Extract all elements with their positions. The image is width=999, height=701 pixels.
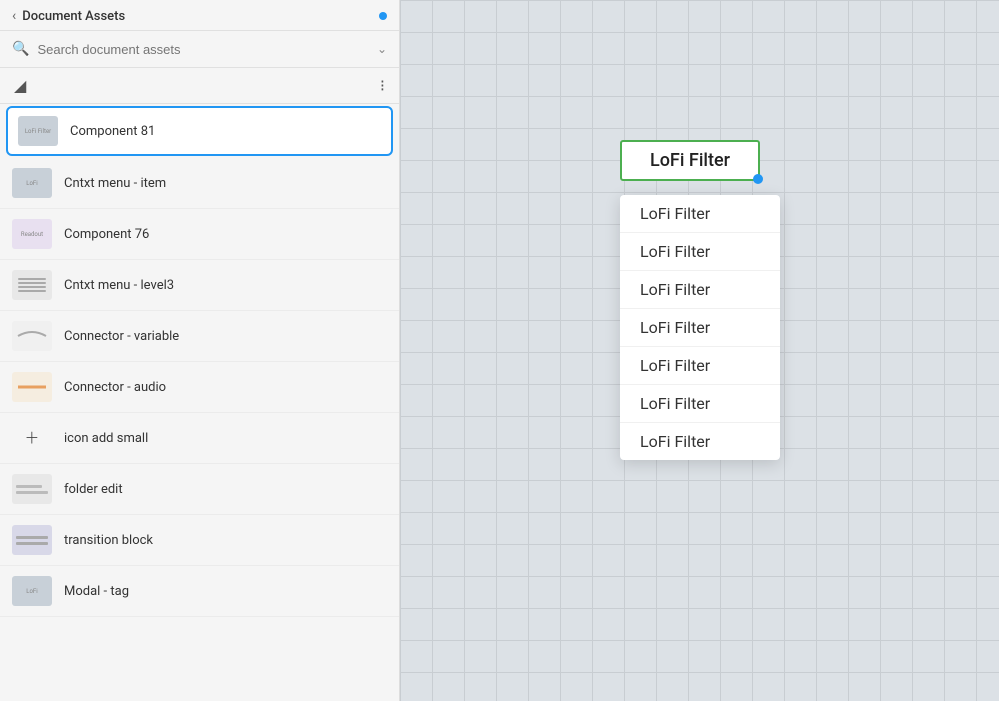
component-thumbnail: [12, 525, 52, 555]
component-name: Component 76: [64, 227, 149, 242]
search-bar: 🔍 ⌄: [0, 31, 399, 68]
component-thumbnail: Readout: [12, 219, 52, 249]
canvas[interactable]: LoFi Filter LoFi Filter LoFi Filter LoFi…: [400, 0, 999, 701]
header-controls: [379, 12, 387, 20]
dropdown-item[interactable]: LoFi Filter: [620, 423, 780, 460]
list-item[interactable]: LoFi Filter Component 81: [6, 106, 393, 156]
list-item[interactable]: transition block: [0, 515, 399, 566]
component-thumbnail: [12, 270, 52, 300]
dropdown-item[interactable]: LoFi Filter: [620, 347, 780, 385]
canvas-selected-component[interactable]: LoFi Filter: [620, 140, 760, 181]
list-item[interactable]: Connector - variable: [0, 311, 399, 362]
search-input[interactable]: [37, 42, 369, 57]
list-item[interactable]: folder edit: [0, 464, 399, 515]
sidebar-header: ‹ Document Assets: [0, 0, 399, 31]
component-name: Component 81: [70, 124, 155, 139]
search-icon: 🔍: [12, 41, 29, 57]
component-name: folder edit: [64, 482, 123, 497]
notification-dot: [379, 12, 387, 20]
filter-icon[interactable]: ◢: [14, 76, 26, 95]
component-name: Modal - tag: [64, 584, 129, 599]
resize-handle[interactable]: [753, 174, 763, 184]
component-name: Cntxt menu - level3: [64, 278, 174, 293]
chevron-down-icon[interactable]: ⌄: [377, 42, 387, 56]
back-arrow[interactable]: ‹: [12, 8, 16, 24]
component-thumbnail: [12, 474, 52, 504]
sidebar-title-row: ‹ Document Assets: [12, 8, 125, 24]
component-name: transition block: [64, 533, 153, 548]
dropdown-item[interactable]: LoFi Filter: [620, 233, 780, 271]
component-list: LoFi Filter Component 81 LoFi Cntxt menu…: [0, 104, 399, 701]
list-item[interactable]: Readout Component 76: [0, 209, 399, 260]
component-thumbnail: LoFi: [12, 576, 52, 606]
component-name: Cntxt menu - item: [64, 176, 166, 191]
component-thumbnail: [12, 321, 52, 351]
dropdown-item[interactable]: LoFi Filter: [620, 271, 780, 309]
list-item[interactable]: LoFi Modal - tag: [0, 566, 399, 617]
sidebar: ‹ Document Assets 🔍 ⌄ ◢ ⁝ LoFi Filter Co…: [0, 0, 400, 701]
canvas-dropdown: LoFi Filter LoFi Filter LoFi Filter LoFi…: [620, 195, 780, 460]
list-item[interactable]: + icon add small: [0, 413, 399, 464]
component-thumbnail: LoFi Filter: [18, 116, 58, 146]
dropdown-item[interactable]: LoFi Filter: [620, 195, 780, 233]
list-item[interactable]: Cntxt menu - level3: [0, 260, 399, 311]
filter-row: ◢ ⁝: [0, 68, 399, 104]
canvas-component-label: LoFi Filter: [650, 150, 730, 171]
dropdown-item[interactable]: LoFi Filter: [620, 385, 780, 423]
grid-icon[interactable]: ⁝: [380, 76, 385, 95]
component-thumbnail: [12, 372, 52, 402]
component-name: icon add small: [64, 431, 148, 446]
list-item[interactable]: LoFi Cntxt menu - item: [0, 158, 399, 209]
component-thumbnail: LoFi: [12, 168, 52, 198]
component-name: Connector - audio: [64, 380, 166, 395]
component-thumbnail: +: [12, 423, 52, 453]
list-item[interactable]: Connector - audio: [0, 362, 399, 413]
dropdown-item[interactable]: LoFi Filter: [620, 309, 780, 347]
component-name: Connector - variable: [64, 329, 179, 344]
sidebar-title: Document Assets: [22, 9, 125, 24]
